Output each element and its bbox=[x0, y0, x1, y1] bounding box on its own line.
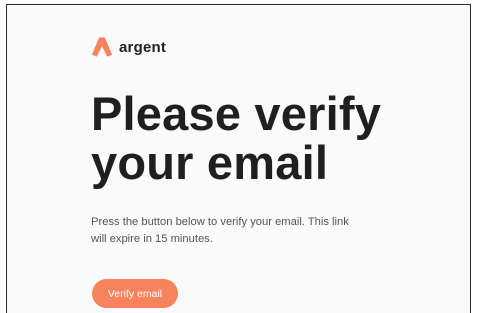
brand-logo: argent bbox=[91, 34, 166, 60]
argent-logo-icon bbox=[91, 37, 113, 57]
page-title: Please verify your email bbox=[91, 89, 381, 187]
instruction-line-2: will expire in 15 minutes. bbox=[91, 233, 213, 245]
brand-name: argent bbox=[119, 38, 167, 56]
headline-line-1: Please verify bbox=[91, 87, 382, 140]
email-container: argent Please verify your email Press th… bbox=[6, 4, 471, 313]
instruction-text: Press the button below to verify your em… bbox=[91, 214, 401, 248]
instruction-line-1: Press the button below to verify your em… bbox=[91, 216, 349, 228]
verify-email-button[interactable]: Verify email bbox=[92, 279, 178, 308]
headline-line-2: your email bbox=[91, 136, 329, 189]
